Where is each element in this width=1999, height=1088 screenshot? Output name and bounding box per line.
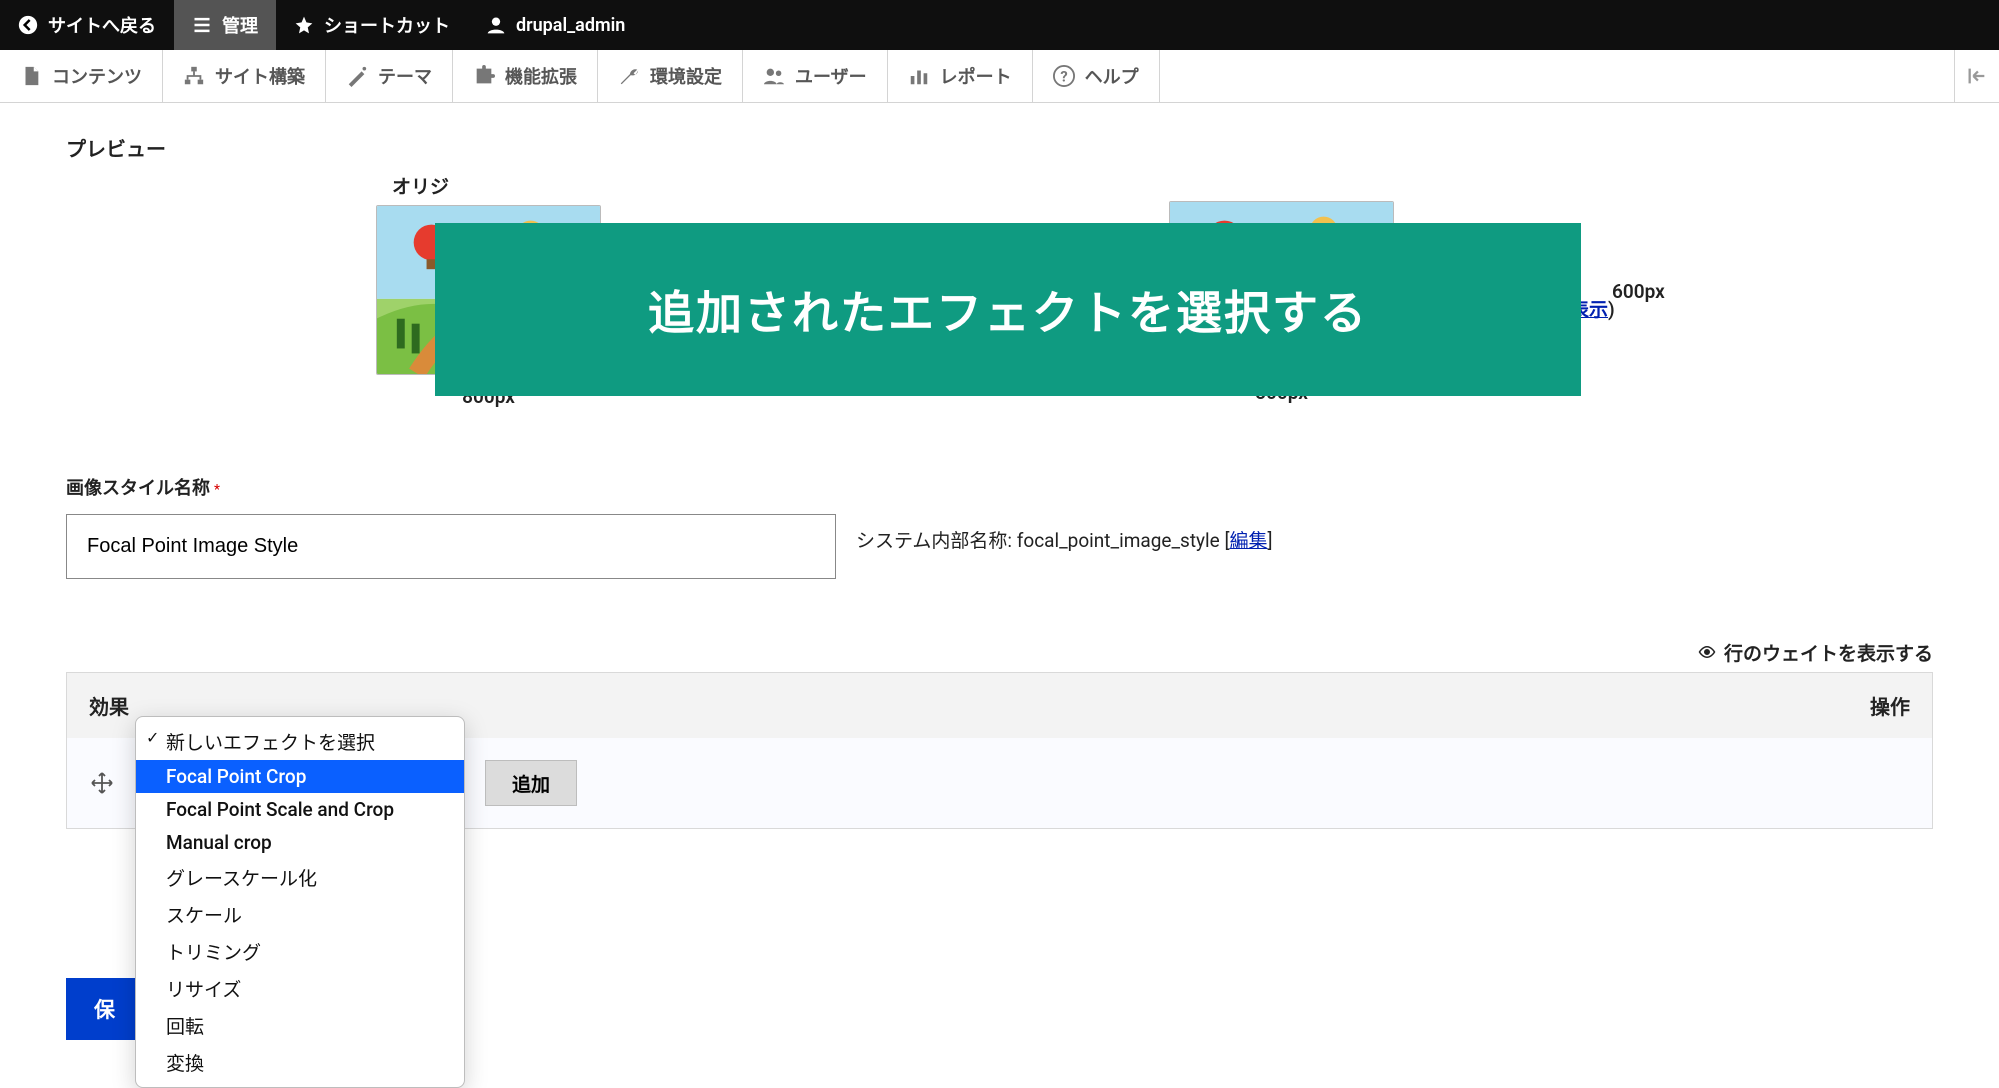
admin-menu: コンテンツ サイト構築 テーマ 機能拡張 環境設定 ユーザー レポート ? ヘル… [0, 50, 1999, 103]
admin-extend-label: 機能拡張 [505, 63, 577, 89]
wrench-icon [618, 65, 640, 87]
effect-dropdown: 新しいエフェクトを選択Focal Point CropFocal Point S… [135, 716, 465, 1088]
people-icon [763, 65, 785, 87]
preview-view-paren: ) [1608, 298, 1615, 321]
admin-extend[interactable]: 機能拡張 [453, 50, 598, 102]
main-content: 追加されたエフェクトを選択する プレビュー オリジ [0, 103, 1999, 909]
help-icon: ? [1053, 65, 1075, 87]
admin-spacer [1160, 50, 1955, 102]
toolbar-user[interactable]: drupal_admin [468, 0, 643, 50]
admin-appearance-label: テーマ [378, 63, 432, 89]
machine-name-edit-link[interactable]: 編集 [1230, 529, 1268, 552]
effect-option[interactable]: 変換 [136, 1044, 464, 1081]
effects-header-operations: 操作 [1739, 691, 1910, 720]
wand-icon [346, 65, 368, 87]
required-marker: * [214, 482, 220, 498]
admin-people-label: ユーザー [795, 63, 867, 89]
toolbar-manage-label: 管理 [222, 12, 258, 38]
sitemap-icon [183, 65, 205, 87]
machine-name-block: システム内部名称: focal_point_image_style [編集] [856, 526, 1273, 553]
file-icon [20, 65, 42, 87]
add-effect-button[interactable]: 追加 [485, 760, 577, 806]
preview-heading: プレビュー [66, 133, 1933, 162]
annotation-banner-text: 追加されたエフェクトを選択する [648, 277, 1368, 343]
puzzle-icon [473, 65, 495, 87]
arrow-left-circle-icon [18, 15, 38, 35]
save-button[interactable]: 保 [66, 978, 143, 1040]
effect-option[interactable]: 回転 [136, 1007, 464, 1044]
admin-help[interactable]: ? ヘルプ [1033, 50, 1160, 102]
admin-config-label: 環境設定 [650, 63, 722, 89]
machine-name-value: focal_point_image_style [1017, 529, 1220, 552]
admin-content[interactable]: コンテンツ [0, 50, 163, 102]
effect-option[interactable]: トリミング [136, 933, 464, 970]
row-weights-toggle[interactable]: 行のウェイトを表示する [66, 639, 1933, 666]
admin-config[interactable]: 環境設定 [598, 50, 743, 102]
admin-people[interactable]: ユーザー [743, 50, 888, 102]
effect-option[interactable]: リサイズ [136, 970, 464, 1007]
drag-handle-icon[interactable] [89, 770, 115, 796]
admin-orientation-toggle[interactable] [1955, 50, 1999, 102]
effect-option[interactable]: Focal Point Scale and Crop [136, 793, 464, 826]
toolbar-user-label: drupal_admin [516, 15, 625, 36]
admin-help-label: ヘルプ [1085, 63, 1139, 89]
effect-select-wrap: 新しいエフェクトを選択 ▾ 新しいエフェクトを選択Focal Point Cro… [135, 760, 465, 806]
eye-icon [1698, 643, 1716, 666]
toolbar-shortcuts-label: ショートカット [324, 12, 450, 38]
star-icon [294, 15, 314, 35]
user-icon [486, 15, 506, 35]
admin-appearance[interactable]: テーマ [326, 50, 453, 102]
effect-option[interactable]: Manual crop [136, 826, 464, 859]
machine-name-label: システム内部名称: [856, 529, 1012, 552]
toolbar-back-label: サイトへ戻る [48, 12, 156, 38]
toolbar-top: サイトへ戻る 管理 ショートカット drupal_admin [0, 0, 1999, 50]
style-name-label: 画像スタイル名称 [66, 478, 210, 499]
effects-add-row: 新しいエフェクトを選択 ▾ 新しいエフェクトを選択Focal Point Cro… [67, 738, 1932, 828]
admin-reports[interactable]: レポート [888, 50, 1033, 102]
style-name-field: 画像スタイル名称* システム内部名称: focal_point_image_st… [66, 474, 1933, 579]
admin-structure-label: サイト構築 [215, 63, 305, 89]
effect-option[interactable]: グレースケール化 [136, 859, 464, 896]
effects-table: 効果 操作 新しいエフェクトを選択 ▾ 新しいエフェクトを選択Focal Poi… [66, 672, 1933, 829]
admin-content-label: コンテンツ [52, 63, 142, 89]
annotation-banner: 追加されたエフェクトを選択する [435, 223, 1581, 396]
admin-reports-label: レポート [940, 63, 1012, 89]
toolbar-back[interactable]: サイトへ戻る [0, 0, 174, 50]
effect-option[interactable]: スケール [136, 896, 464, 933]
toolbar-shortcuts[interactable]: ショートカット [276, 0, 468, 50]
preview-styled-height: 600px [1612, 280, 1665, 303]
admin-structure[interactable]: サイト構築 [163, 50, 326, 102]
effect-option[interactable]: 新しいエフェクトを選択 [136, 723, 464, 760]
preview-original-caption: オリジ [376, 172, 449, 199]
effect-option[interactable]: Focal Point Crop [136, 760, 464, 793]
toolbar-manage[interactable]: 管理 [174, 0, 276, 50]
row-weights-label: 行のウェイトを表示する [1724, 642, 1933, 665]
hamburger-icon [192, 15, 212, 35]
bar-chart-icon [908, 65, 930, 87]
svg-text:?: ? [1060, 68, 1067, 86]
collapse-icon [1966, 65, 1988, 87]
style-name-input[interactable] [66, 514, 836, 579]
